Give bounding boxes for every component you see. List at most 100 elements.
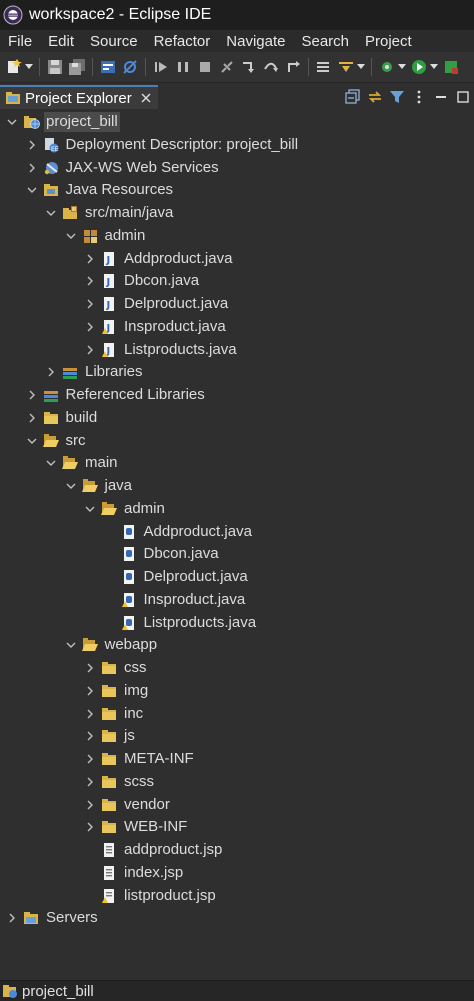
- tree-item[interactable]: WEB-INF: [0, 816, 474, 838]
- resume-icon[interactable]: [153, 59, 169, 75]
- tree-item[interactable]: EE Deployment Descriptor: project_bill: [0, 134, 474, 156]
- chevron-right-icon[interactable]: [84, 708, 96, 720]
- step-into-icon[interactable]: [241, 59, 257, 75]
- debug-icon[interactable]: [443, 59, 459, 75]
- close-icon[interactable]: [140, 92, 152, 104]
- chevron-down-icon[interactable]: [26, 184, 38, 196]
- tree-item[interactable]: project_bill: [0, 111, 474, 133]
- tree-item[interactable]: J Addproduct.java: [0, 248, 474, 270]
- chevron-down-icon[interactable]: [65, 639, 77, 651]
- step-return-icon[interactable]: [285, 59, 301, 75]
- menu-source[interactable]: Source: [82, 33, 146, 50]
- collapse-all-icon[interactable]: [345, 89, 361, 105]
- chevron-right-icon[interactable]: [84, 662, 96, 674]
- tree-item[interactable]: Insproduct.java: [0, 589, 474, 611]
- external-tools-icon[interactable]: [379, 59, 395, 75]
- chevron-right-icon[interactable]: [26, 139, 38, 151]
- tree-item[interactable]: admin: [0, 498, 474, 520]
- tree-item[interactable]: Referenced Libraries: [0, 384, 474, 406]
- menu-refactor[interactable]: Refactor: [146, 33, 219, 50]
- save-icon[interactable]: [47, 59, 63, 75]
- tab-project-explorer[interactable]: Project Explorer: [0, 85, 158, 109]
- tree-item[interactable]: J Dbcon.java: [0, 270, 474, 292]
- external-tools-dropdown-icon[interactable]: [398, 59, 406, 75]
- chevron-down-icon[interactable]: [45, 207, 57, 219]
- tree-item[interactable]: index.jsp: [0, 862, 474, 884]
- menu-project[interactable]: Project: [357, 33, 420, 50]
- chevron-right-icon[interactable]: [84, 730, 96, 742]
- tree-item[interactable]: webapp: [0, 634, 474, 656]
- tree-item[interactable]: js: [0, 725, 474, 747]
- chevron-right-icon[interactable]: [84, 753, 96, 765]
- chevron-right-icon[interactable]: [6, 912, 18, 924]
- menu-edit[interactable]: Edit: [40, 33, 82, 50]
- tree-item[interactable]: Dbcon.java: [0, 543, 474, 565]
- suspend-icon[interactable]: [175, 59, 191, 75]
- console-icon[interactable]: [100, 59, 116, 75]
- chevron-right-icon[interactable]: [84, 253, 96, 265]
- tree-item[interactable]: Servers: [0, 907, 474, 929]
- tree-item[interactable]: scss: [0, 771, 474, 793]
- tree-item[interactable]: JAX-WS Web Services: [0, 157, 474, 179]
- chevron-right-icon[interactable]: [26, 412, 38, 424]
- tree-item[interactable]: Addproduct.java: [0, 521, 474, 543]
- chevron-right-icon[interactable]: [84, 821, 96, 833]
- chevron-down-icon[interactable]: [65, 230, 77, 242]
- chevron-right-icon[interactable]: [45, 366, 57, 378]
- menu-navigate[interactable]: Navigate: [218, 33, 293, 50]
- run-icon[interactable]: [411, 59, 427, 75]
- tree-item[interactable]: src/main/java: [0, 202, 474, 224]
- maximize-icon[interactable]: [455, 89, 471, 105]
- save-all-icon[interactable]: [69, 59, 85, 75]
- tree-item[interactable]: Listproducts.java: [0, 612, 474, 634]
- tree-item[interactable]: Libraries: [0, 361, 474, 383]
- chevron-down-icon[interactable]: [6, 116, 18, 128]
- tree-item[interactable]: J Listproducts.java: [0, 339, 474, 361]
- tree-item[interactable]: admin: [0, 225, 474, 247]
- new-dropdown-icon[interactable]: [25, 59, 33, 75]
- tree-item[interactable]: main: [0, 452, 474, 474]
- tree-item[interactable]: vendor: [0, 794, 474, 816]
- link-with-editor-icon[interactable]: [367, 89, 383, 105]
- menu-search[interactable]: Search: [293, 33, 357, 50]
- filter-icon[interactable]: [389, 89, 405, 105]
- chevron-right-icon[interactable]: [84, 275, 96, 287]
- chevron-right-icon[interactable]: [84, 685, 96, 697]
- tree-item[interactable]: css: [0, 657, 474, 679]
- tree-item[interactable]: java: [0, 475, 474, 497]
- chevron-down-icon[interactable]: [26, 435, 38, 447]
- step-over-icon[interactable]: [263, 59, 279, 75]
- chevron-right-icon[interactable]: [84, 776, 96, 788]
- view-menu-icon[interactable]: [411, 89, 427, 105]
- chevron-right-icon[interactable]: [84, 344, 96, 356]
- chevron-down-icon[interactable]: [45, 457, 57, 469]
- use-step-filters-icon[interactable]: [338, 59, 354, 75]
- step-filters-dropdown-icon[interactable]: [357, 59, 365, 75]
- drop-to-frame-icon[interactable]: [316, 59, 332, 75]
- tree-item[interactable]: J Insproduct.java: [0, 316, 474, 338]
- tree-item[interactable]: build: [0, 407, 474, 429]
- chevron-right-icon[interactable]: [26, 162, 38, 174]
- skip-breakpoints-icon[interactable]: [122, 59, 138, 75]
- new-icon[interactable]: [6, 59, 22, 75]
- run-dropdown-icon[interactable]: [430, 59, 438, 75]
- chevron-down-icon[interactable]: [84, 503, 96, 515]
- chevron-down-icon[interactable]: [65, 480, 77, 492]
- terminate-icon[interactable]: [197, 59, 213, 75]
- menu-file[interactable]: File: [0, 33, 40, 50]
- chevron-right-icon[interactable]: [84, 298, 96, 310]
- tree-item[interactable]: Java Resources: [0, 179, 474, 201]
- chevron-right-icon[interactable]: [26, 389, 38, 401]
- disconnect-icon[interactable]: [219, 59, 235, 75]
- tree-item[interactable]: J Delproduct.java: [0, 293, 474, 315]
- tree-item[interactable]: META-INF: [0, 748, 474, 770]
- minimize-icon[interactable]: [433, 89, 449, 105]
- chevron-right-icon[interactable]: [84, 799, 96, 811]
- tree-item[interactable]: Delproduct.java: [0, 566, 474, 588]
- tree-item[interactable]: img: [0, 680, 474, 702]
- tree-item[interactable]: inc: [0, 703, 474, 725]
- tree-item[interactable]: listproduct.jsp: [0, 885, 474, 907]
- tree-item[interactable]: src: [0, 430, 474, 452]
- chevron-right-icon[interactable]: [84, 321, 96, 333]
- tree-item[interactable]: addproduct.jsp: [0, 839, 474, 861]
